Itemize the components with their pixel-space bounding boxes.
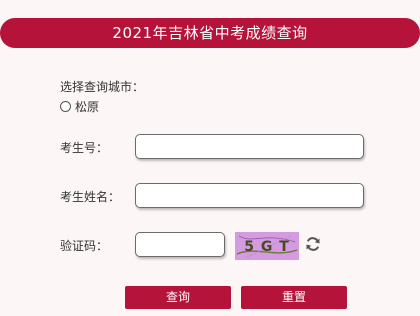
captcha-text: 5 G T <box>244 239 290 255</box>
refresh-icon[interactable] <box>305 236 321 252</box>
verification-code-input[interactable] <box>135 232 225 257</box>
student-name-input[interactable] <box>135 183 364 208</box>
query-button[interactable]: 查询 <box>125 286 231 309</box>
page-title: 2021年吉林省中考成绩查询 <box>112 24 308 42</box>
page-title-bar: 2021年吉林省中考成绩查询 <box>0 18 420 48</box>
city-radio-songyuan[interactable]: 松原 <box>60 97 99 115</box>
city-select-label: 选择查询城市： <box>60 80 145 94</box>
reset-button[interactable]: 重置 <box>241 286 347 309</box>
exam-number-label: 考生号： <box>60 141 109 155</box>
exam-number-input[interactable] <box>135 134 364 159</box>
student-name-label: 考生姓名： <box>60 190 121 204</box>
captcha-image[interactable]: 5 G T <box>235 232 299 260</box>
radio-button[interactable] <box>60 100 71 112</box>
city-option-label: 松原 <box>75 99 100 114</box>
verification-code-label: 验证码： <box>60 239 109 253</box>
